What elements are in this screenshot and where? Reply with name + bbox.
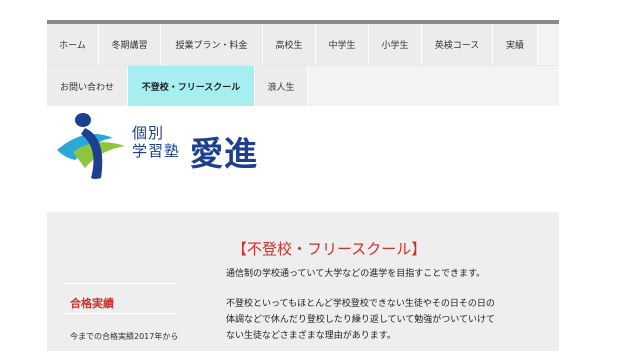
nav-eiken-course[interactable]: 英検コース: [422, 24, 493, 65]
paragraph-2-line-2: 体調などで休んだり登校したり繰り返していて勉強がついていけて: [226, 315, 496, 325]
logo-text-big: 愛進: [190, 134, 258, 173]
content-paragraph-2: 不登校といってもほとんど学校登校できない生徒やその日その日の 体調などで休んだり…: [226, 296, 556, 344]
page-title: 【不登校・フリースクール】: [232, 240, 427, 258]
main-nav: ホーム 冬期講習 授業プラン・料金 高校生 中学生 小学生 英検コース 実績 お…: [47, 24, 559, 106]
sidebar-divider-bottom: [64, 313, 178, 314]
sidebar-text: 今までの合格実績2017年から: [70, 332, 179, 341]
nav-high-school[interactable]: 高校生: [263, 24, 316, 65]
nav-plans-pricing[interactable]: 授業プラン・料金: [161, 24, 263, 65]
logo-text-small: 個別 学習塾: [132, 124, 180, 160]
nav-ronin[interactable]: 浪人生: [255, 66, 308, 106]
nav-elementary[interactable]: 小学生: [369, 24, 422, 65]
logo-line-1: 個別: [132, 124, 165, 142]
nav-free-school[interactable]: 不登校・フリースクール: [128, 66, 255, 106]
nav-home[interactable]: ホーム: [47, 24, 99, 65]
sidebar-divider-top: [64, 283, 178, 284]
nav-winter-course[interactable]: 冬期講習: [99, 24, 161, 65]
paragraph-2-line-1: 不登校といってもほとんど学校登校できない生徒やその日その日の: [226, 299, 495, 309]
nav-contact[interactable]: お問い合わせ: [47, 66, 128, 106]
nav-results[interactable]: 実績: [493, 24, 538, 65]
logo-line-2: 学習塾: [132, 142, 181, 160]
nav-junior-high[interactable]: 中学生: [316, 24, 369, 65]
logo-mark-icon: [57, 113, 125, 179]
nav-row-1: ホーム 冬期講習 授業プラン・料金 高校生 中学生 小学生 英検コース 実績: [47, 24, 559, 65]
sidebar-heading: 合格実績: [70, 297, 114, 310]
content-paragraph-1: 通信制の学校通っていて大学などの進学を目指すことできます。: [226, 269, 486, 279]
nav-row-2: お問い合わせ 不登校・フリースクール 浪人生: [47, 65, 559, 106]
paragraph-2-line-3: ない生徒などさまざまな理由があります。: [226, 331, 396, 341]
